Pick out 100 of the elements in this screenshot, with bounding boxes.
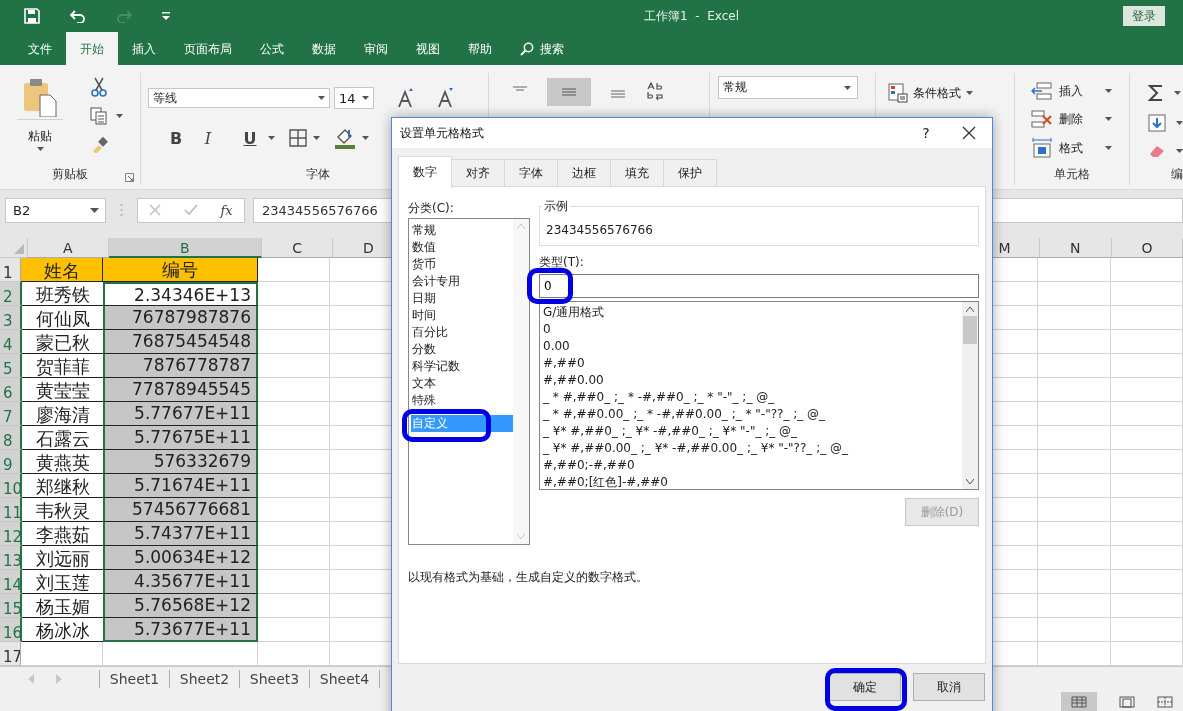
list-item[interactable]: #,##0;[红色]-#,##0 xyxy=(543,474,962,489)
font-name-dropdown[interactable]: 等线 xyxy=(148,88,330,108)
dialog-button[interactable]: 确定 xyxy=(829,673,901,701)
dialog-button[interactable]: 取消 xyxy=(913,673,985,701)
list-item[interactable]: 日期 xyxy=(411,290,513,307)
list-item[interactable]: _ ¥* #,##0.00_ ;_ ¥* -#,##0.00_ ;_ ¥* "-"??_ ;_ @_ xyxy=(543,440,962,457)
page-layout-view-icon[interactable] xyxy=(1119,696,1135,708)
dialog-launcher-icon[interactable] xyxy=(125,173,134,182)
normal-view-icon[interactable] xyxy=(1061,692,1097,711)
menu-tab[interactable]: 页面布局 xyxy=(170,32,246,65)
scroll-thumb[interactable] xyxy=(963,316,977,344)
menu-tab[interactable]: 开始 xyxy=(66,32,118,65)
caret-icon[interactable] xyxy=(1174,91,1181,95)
close-icon[interactable] xyxy=(962,126,976,140)
caret-icon[interactable] xyxy=(1176,121,1183,125)
dialog-tab[interactable]: 数字 xyxy=(398,156,452,188)
row-header[interactable]: 4 xyxy=(0,330,22,354)
conditional-format-button[interactable]: 条件格式 xyxy=(876,73,1014,103)
shrink-font-icon[interactable] xyxy=(436,88,454,108)
list-item[interactable]: #,##0.00 xyxy=(543,372,962,389)
format-cells-button[interactable]: 格式 xyxy=(1031,138,1129,158)
fill-down-icon[interactable] xyxy=(1148,114,1166,132)
paste-button[interactable]: 粘贴 xyxy=(12,73,68,166)
underline-button[interactable]: U xyxy=(238,128,262,148)
wrap-text-icon[interactable] xyxy=(645,82,665,102)
menu-tab[interactable]: 文件 xyxy=(14,32,66,65)
caret-icon[interactable] xyxy=(362,136,369,140)
scroll-up-icon[interactable] xyxy=(966,307,974,312)
list-item[interactable]: #,##0;-#,##0 xyxy=(543,457,962,474)
menu-tab[interactable]: 搜索 xyxy=(506,32,578,65)
list-item[interactable]: G/通用格式 xyxy=(543,304,962,321)
list-item[interactable]: 百分比 xyxy=(411,324,513,341)
list-item[interactable]: 0 xyxy=(543,321,962,338)
list-item[interactable]: 科学记数 xyxy=(411,358,513,375)
insert-function-button[interactable]: fx xyxy=(220,202,233,218)
row-header[interactable]: 11 xyxy=(0,498,22,522)
copy-icon[interactable] xyxy=(90,107,108,125)
row-header[interactable]: 5 xyxy=(0,354,22,378)
column-header[interactable]: N xyxy=(1039,238,1112,258)
caret-icon[interactable] xyxy=(1176,149,1183,153)
list-item[interactable]: 货币 xyxy=(411,256,513,273)
row-header[interactable]: 2 xyxy=(0,282,22,306)
sheet-tab[interactable]: Sheet3 xyxy=(240,670,310,688)
column-header[interactable]: C xyxy=(262,238,334,258)
list-item[interactable]: 会计专用 xyxy=(411,273,513,290)
undo-icon[interactable] xyxy=(70,9,86,23)
menu-tab[interactable]: 数据 xyxy=(298,32,350,65)
dialog-tab[interactable]: 保护 xyxy=(663,159,717,187)
list-item[interactable]: _ ¥* #,##0_ ;_ ¥* -#,##0_ ;_ ¥* "-"_ ;_ @_ xyxy=(543,423,962,440)
page-break-view-icon[interactable] xyxy=(1157,696,1173,708)
name-box[interactable]: B2 xyxy=(5,197,106,223)
list-item[interactable]: 特殊 xyxy=(411,392,513,409)
caret-icon[interactable] xyxy=(268,136,275,140)
menu-tab[interactable]: 视图 xyxy=(402,32,454,65)
menu-tab[interactable]: 插入 xyxy=(118,32,170,65)
row-header[interactable]: 6 xyxy=(0,378,22,402)
row-header[interactable]: 8 xyxy=(0,426,22,450)
scroll-down-icon[interactable] xyxy=(966,479,974,484)
menu-tab[interactable]: 帮助 xyxy=(454,32,506,65)
row-header[interactable]: 15 xyxy=(0,594,22,618)
list-item[interactable]: _ * #,##0_ ;_ * -#,##0_ ;_ * "-"_ ;_ @_ xyxy=(543,389,962,406)
row-header[interactable]: 17 xyxy=(0,642,21,666)
sign-in-button[interactable]: 登录 xyxy=(1123,6,1165,26)
italic-button[interactable]: I xyxy=(192,128,224,148)
row-header[interactable]: 13 xyxy=(0,546,22,570)
type-field[interactable]: 0 xyxy=(539,274,979,298)
list-item[interactable]: 时间 xyxy=(411,307,513,324)
column-header[interactable]: O xyxy=(1111,238,1183,258)
list-item[interactable]: 0.00 xyxy=(543,338,962,355)
menu-tab[interactable]: 公式 xyxy=(246,32,298,65)
fill-color-icon[interactable] xyxy=(334,127,356,149)
list-item[interactable]: #,##0 xyxy=(543,355,962,372)
list-item[interactable]: 常规 xyxy=(411,222,513,239)
delete-cells-button[interactable]: 删除 xyxy=(1031,110,1129,128)
list-item[interactable]: 文本 xyxy=(411,375,513,392)
row-header[interactable]: 12 xyxy=(0,522,22,546)
row-header[interactable]: 9 xyxy=(0,450,22,474)
format-list[interactable] xyxy=(539,301,979,490)
list-item[interactable]: _ * #,##0.00_ ;_ * -#,##0.00_ ;_ * "-"??_ ;_ @_ xyxy=(543,406,962,423)
row-header[interactable]: 7 xyxy=(0,402,22,426)
insert-cells-button[interactable]: 插入 xyxy=(1031,82,1129,100)
list-item[interactable]: 分数 xyxy=(411,341,513,358)
row-header[interactable]: 1 xyxy=(0,258,21,282)
column-header[interactable]: B xyxy=(108,238,263,258)
font-size-dropdown[interactable]: 14 xyxy=(334,87,374,109)
sheet-tab[interactable]: Sheet4 xyxy=(310,670,380,688)
caret-icon[interactable] xyxy=(116,114,123,118)
help-button[interactable]: ? xyxy=(914,125,938,141)
sheet-tab[interactable]: Sheet2 xyxy=(170,670,240,688)
list-item[interactable]: 数值 xyxy=(411,239,513,256)
scissors-icon[interactable] xyxy=(90,77,108,97)
borders-icon[interactable] xyxy=(289,129,307,147)
save-icon[interactable] xyxy=(24,8,40,24)
sheet-tab[interactable]: Sheet1 xyxy=(100,670,170,688)
customize-icon[interactable] xyxy=(162,12,170,20)
sum-icon[interactable] xyxy=(1148,84,1164,102)
row-header[interactable]: 3 xyxy=(0,306,22,330)
caret-icon[interactable] xyxy=(313,136,320,140)
bold-button[interactable]: B xyxy=(160,128,192,148)
number-format-dropdown[interactable]: 常规 xyxy=(718,76,858,99)
